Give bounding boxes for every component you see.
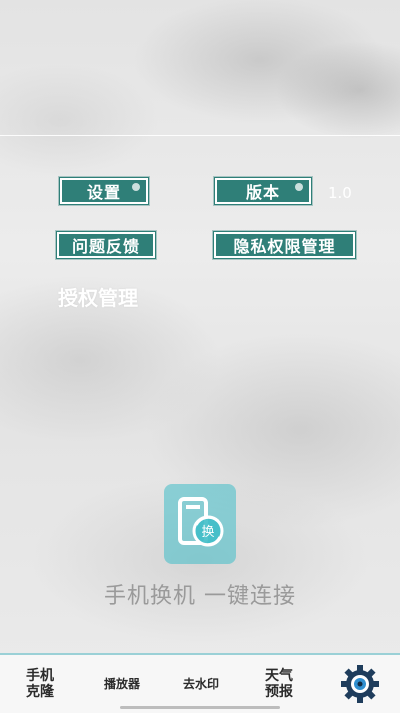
button-decoration-icon bbox=[295, 183, 303, 191]
header-divider bbox=[0, 135, 400, 136]
home-indicator bbox=[120, 706, 280, 709]
phone-swap-glyph: 换 bbox=[178, 497, 224, 547]
settings-button-label: 设置 bbox=[86, 183, 121, 202]
tab-remove-watermark[interactable]: 去水印 bbox=[174, 655, 228, 713]
svg-text:换: 换 bbox=[201, 525, 214, 540]
button-decoration-icon bbox=[132, 183, 140, 191]
tab-player-label: 播放器 bbox=[103, 677, 140, 691]
phone-swap-icon[interactable]: 换 bbox=[164, 484, 236, 564]
tab-remove-watermark-label: 去水印 bbox=[182, 677, 219, 691]
version-button-label: 版本 bbox=[245, 183, 280, 202]
tab-player[interactable]: 播放器 bbox=[95, 655, 149, 713]
authorization-management-link[interactable]: 授权管理 bbox=[58, 282, 138, 311]
tab-settings[interactable] bbox=[336, 655, 384, 713]
tab-weather-line2: 预报 bbox=[265, 684, 293, 700]
tab-phone-clone-line2: 克隆 bbox=[26, 684, 54, 700]
tab-phone-clone-line1: 手机 bbox=[26, 668, 54, 684]
version-button[interactable]: 版本 bbox=[214, 177, 312, 205]
slogan-text: 手机换机 一键连接 bbox=[104, 584, 296, 609]
gear-icon bbox=[341, 665, 379, 703]
settings-button[interactable]: 设置 bbox=[59, 177, 149, 205]
feedback-button-label: 问题反馈 bbox=[71, 237, 140, 256]
version-number: 1.0 bbox=[328, 184, 352, 202]
tab-phone-clone[interactable]: 手机 克隆 bbox=[16, 655, 64, 713]
feedback-button[interactable]: 问题反馈 bbox=[56, 231, 156, 259]
tab-weather-forecast[interactable]: 天气 预报 bbox=[255, 655, 303, 713]
tab-weather-line1: 天气 bbox=[265, 668, 293, 684]
privacy-button-label: 隐私权限管理 bbox=[233, 237, 336, 256]
privacy-permission-button[interactable]: 隐私权限管理 bbox=[213, 231, 356, 259]
bottom-tab-bar: 手机 克隆 播放器 去水印 天气 预报 bbox=[0, 653, 400, 713]
